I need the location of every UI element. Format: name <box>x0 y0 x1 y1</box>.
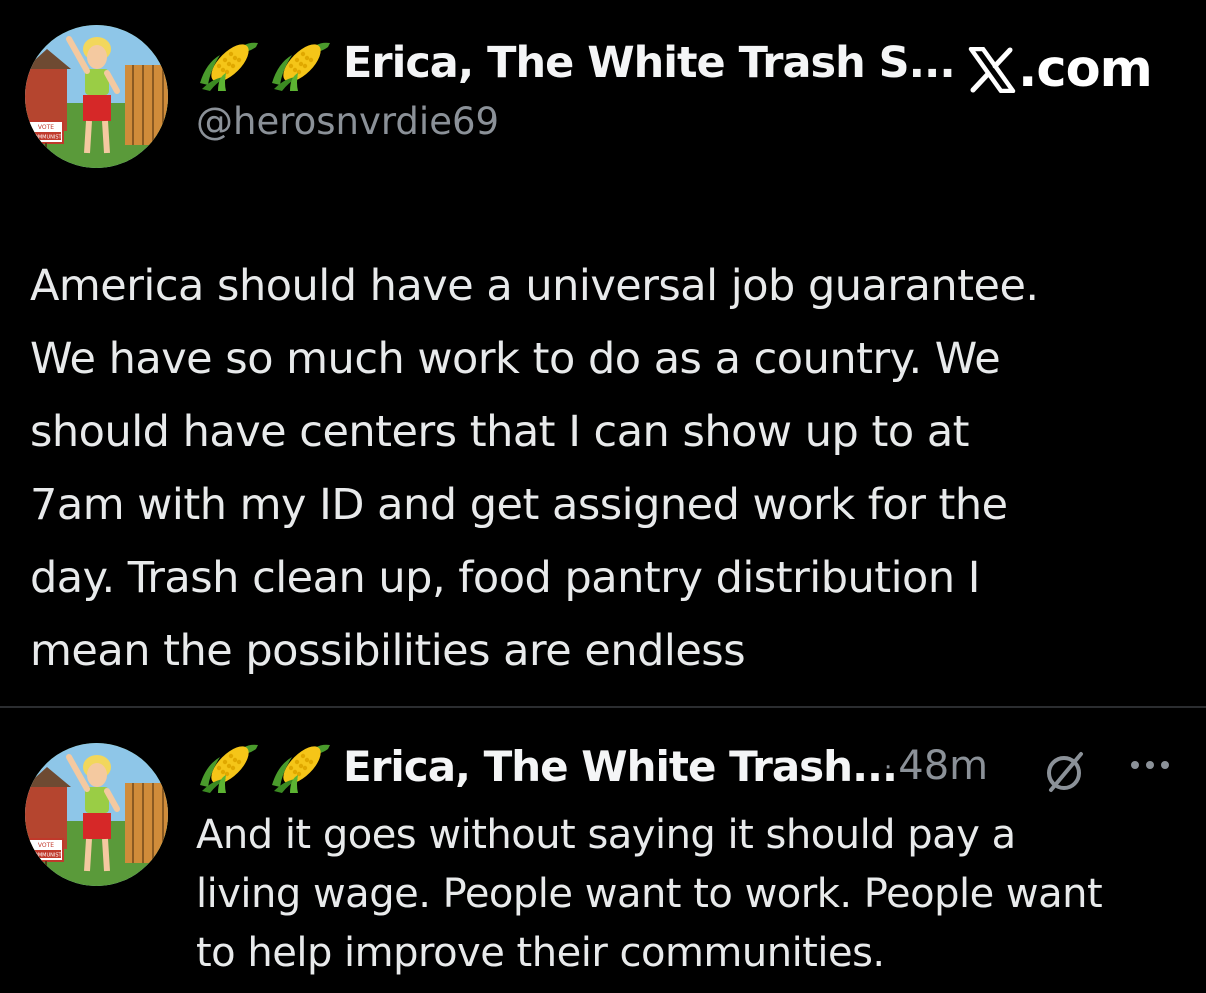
corn-icon <box>272 744 330 793</box>
corn-icon <box>200 42 258 91</box>
screen: VOTE COMMUNIST Erica, The White Trash S.… <box>0 0 1206 993</box>
corn-emoji-row <box>196 33 334 93</box>
tweet-line: 7am with my ID and get assigned work for… <box>30 480 1008 530</box>
tweet-line: day. Trash clean up, food pantry distrib… <box>30 553 980 603</box>
reply-meta: · 48m <box>884 743 988 789</box>
tweet-body: America should have a universal job guar… <box>30 250 1190 688</box>
timestamp[interactable]: 48m <box>898 743 988 789</box>
site-label: .com <box>1018 40 1153 99</box>
corn-icon <box>272 42 330 91</box>
avatar-sign-communist: COMMUNIST <box>30 135 62 141</box>
cartoon-avatar-image: VOTE COMMUNIST <box>25 25 168 168</box>
user-handle[interactable]: @herosnvrdie69 <box>196 100 499 143</box>
more-dots-icon[interactable] <box>1128 758 1172 772</box>
avatar-sign-communist: COMMUNIST <box>30 853 62 859</box>
tweet-line: We have so much work to do as a country.… <box>30 334 1001 384</box>
corn-icon <box>200 744 258 793</box>
avatar-sign-vote: VOTE <box>38 124 54 131</box>
divider <box>0 706 1206 708</box>
meta-separator: · <box>884 753 893 783</box>
reply-line: living wage. People want to work. People… <box>196 871 1103 917</box>
x-com-watermark: .com <box>968 40 1153 99</box>
reply-avatar[interactable]: VOTE COMMUNIST <box>25 743 168 886</box>
tweet-line: mean the possibilities are endless <box>30 626 746 676</box>
avatar[interactable]: VOTE COMMUNIST <box>25 25 168 168</box>
corn-emoji-row <box>196 735 334 795</box>
main-tweet: VOTE COMMUNIST Erica, The White Trash S.… <box>0 0 1206 706</box>
x-logo-icon <box>968 46 1016 93</box>
reply-body: And it goes without saying it should pay… <box>196 806 1196 983</box>
cartoon-avatar-image: VOTE COMMUNIST <box>25 743 168 886</box>
tweet-line: should have centers that I can show up t… <box>30 407 970 457</box>
tweet-line: America should have a universal job guar… <box>30 261 1039 311</box>
display-name[interactable]: Erica, The White Trash S... <box>343 38 956 88</box>
reply-line: to help improve their communities. <box>196 930 885 976</box>
reply-line: And it goes without saying it should pay… <box>196 812 1016 858</box>
avatar-sign-vote: VOTE <box>38 842 54 849</box>
reply-display-name[interactable]: Erica, The White Trash... <box>343 742 898 791</box>
grok-icon[interactable] <box>1043 750 1087 794</box>
